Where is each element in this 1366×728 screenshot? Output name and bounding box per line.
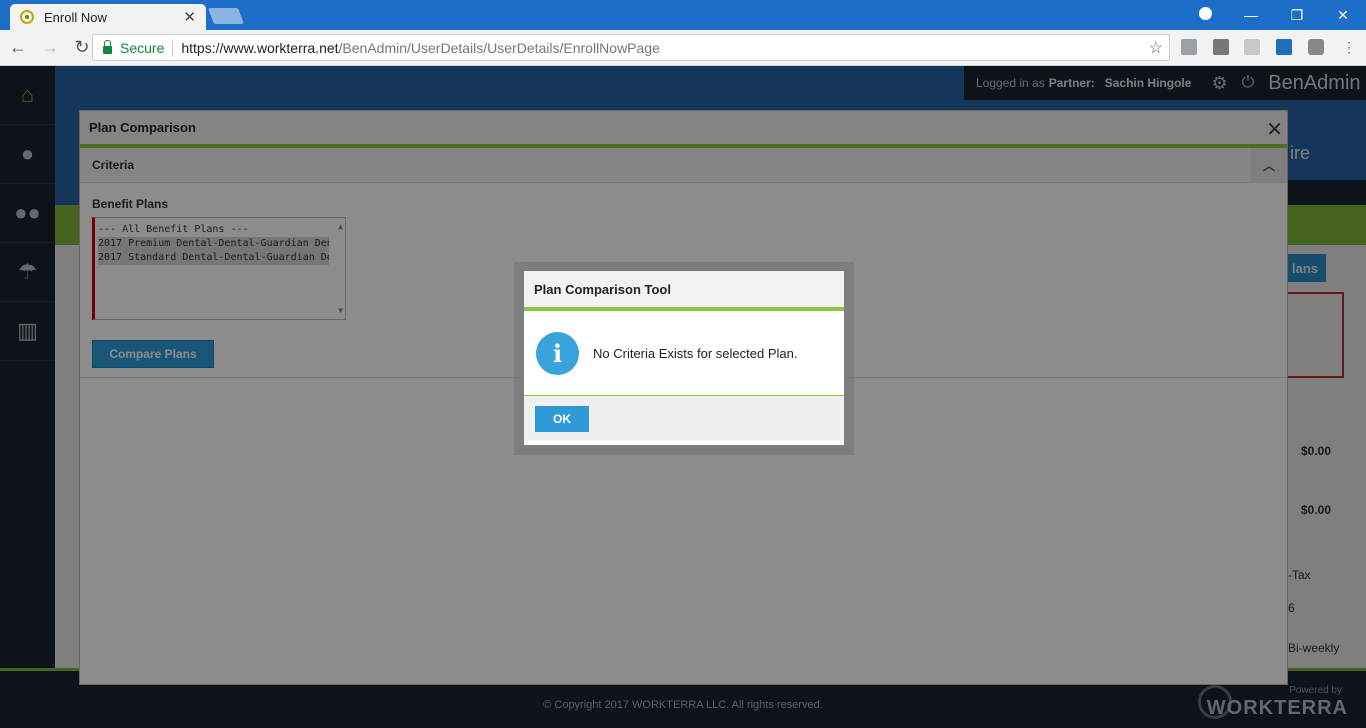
account-icon[interactable] xyxy=(1182,7,1228,23)
restore-button[interactable]: ❐ xyxy=(1274,7,1320,24)
url-host: https://www.workterra.net xyxy=(181,39,339,56)
menu-icon[interactable]: ⋮ xyxy=(1342,39,1356,55)
back-arrow-icon[interactable]: ← xyxy=(4,37,32,58)
browser-titlebar: Enroll Now ✕ — ❐ ✕ xyxy=(0,0,1366,30)
forward-arrow-icon[interactable]: → xyxy=(36,37,64,58)
dialog-message: No Criteria Exists for selected Plan. xyxy=(593,345,798,361)
camera-icon[interactable] xyxy=(1308,39,1324,55)
pdf-extension-icon[interactable] xyxy=(1244,39,1260,55)
extension-s-icon[interactable] xyxy=(1276,39,1292,55)
ok-button[interactable]: OK xyxy=(535,405,589,432)
new-tab-button[interactable] xyxy=(208,8,244,24)
browser-tab[interactable]: Enroll Now ✕ xyxy=(10,4,206,30)
lock-icon xyxy=(103,39,112,54)
url-path: /BenAdmin/UserDetails/UserDetails/Enroll… xyxy=(338,39,660,56)
dialog-body: i No Criteria Exists for selected Plan. xyxy=(524,311,844,396)
address-bar[interactable]: Secure https://www.workterra.net/BenAdmi… xyxy=(92,34,1170,61)
info-icon: i xyxy=(536,331,579,375)
tab-title: Enroll Now xyxy=(44,9,107,25)
tab-close-icon[interactable]: ✕ xyxy=(183,8,196,26)
minimize-button[interactable]: — xyxy=(1228,7,1274,23)
secure-label: Secure xyxy=(120,39,165,56)
extension-2-icon[interactable] xyxy=(1213,39,1229,55)
plan-comparison-tool-dialog: Plan Comparison Tool i No Criteria Exist… xyxy=(524,271,844,445)
extension-1-icon[interactable] xyxy=(1181,39,1197,55)
dialog-footer: OK xyxy=(524,396,844,441)
dialog-title: Plan Comparison Tool xyxy=(524,271,844,311)
browser-toolbar: ← → ↻ Secure https://www.workterra.net/B… xyxy=(0,30,1366,66)
bookmark-star-icon[interactable]: ☆ xyxy=(1149,38,1163,58)
close-window-button[interactable]: ✕ xyxy=(1320,7,1366,24)
site-favicon-icon xyxy=(20,10,34,24)
